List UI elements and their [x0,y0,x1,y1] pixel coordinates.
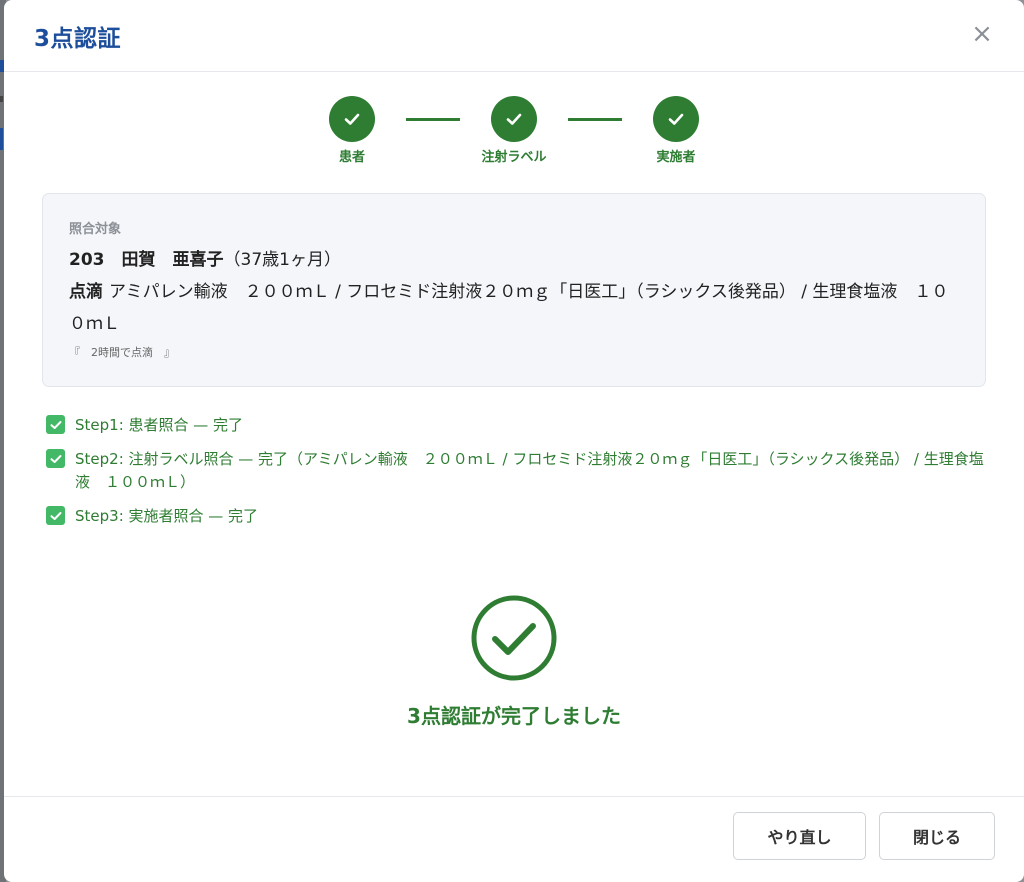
modal-title: 3点認証 [34,26,122,52]
completion-message: 3点認証が完了しました [407,704,621,728]
background-fragment [0,128,3,150]
verification-checklist: Step1: 患者照合 — 完了 Step2: 注射ラベル照合 — 完了（アミパ… [46,414,986,539]
step-practitioner: 実施者 [631,96,721,165]
step-patient: 患者 [307,96,397,165]
stepper: 患者 注射ラベル 実施者 [4,96,1024,176]
modal-footer: やり直し 閉じる [4,796,1024,882]
checkbox-checked-icon [46,506,65,525]
step-label: 患者 [338,150,365,165]
drip-label: 点滴 [69,282,103,302]
verification-target-panel: 照合対象 203 田賀 亜喜子（37歳1ヶ月） 点滴 アミパレン輸液 ２００ｍＬ … [42,193,986,387]
close-button[interactable]: 閉じる [879,812,995,860]
drip-info: 点滴 アミパレン輸液 ２００ｍＬ / フロセミド注射液２０ｍｇ「日医工」（ラシック… [69,276,959,340]
checklist-item: Step1: 患者照合 — 完了 [46,414,986,437]
target-heading: 照合対象 [69,222,122,237]
checklist-text: Step1: 患者照合 — 完了 [75,416,244,434]
checkbox-checked-icon [46,415,65,434]
patient-age: （37歳1ヶ月） [223,250,341,270]
step-connector [406,118,460,121]
checklist-item: Step3: 実施者照合 — 完了 [46,505,986,528]
modal-header: 3点認証 × [4,0,1024,72]
checklist-item: Step2: 注射ラベル照合 — 完了（アミパレン輸液 ２００ｍＬ / フロセミ… [46,448,986,494]
drip-text: アミパレン輸液 ２００ｍＬ / フロセミド注射液２０ｍｇ「日医工」（ラシックス後… [69,282,949,334]
checklist-text: Step3: 実施者照合 — 完了 [75,507,259,525]
step-label: 実施者 [656,150,696,165]
step-injection-label: 注射ラベル [469,96,559,165]
step-label: 注射ラベル [481,150,547,165]
redo-button[interactable]: やり直し [733,812,866,860]
drip-note: 『 2時間で点滴 』 [69,346,175,359]
auth-modal: 3点認証 × 患者 注射ラベル 実施者 照合対象 203 田賀 亜喜子（37歳1 [4,0,1024,882]
close-icon[interactable]: × [968,20,996,48]
step-check-icon [653,96,699,142]
step-check-icon [329,96,375,142]
step-connector [568,118,622,121]
checkbox-checked-icon [46,449,65,468]
patient-info: 203 田賀 亜喜子（37歳1ヶ月） [69,245,959,270]
check-circle-icon [470,594,558,682]
checklist-text: Step2: 注射ラベル照合 — 完了（アミパレン輸液 ２００ｍＬ / フロセミ… [75,450,984,491]
background-fragment [0,96,3,102]
patient-name: 203 田賀 亜喜子 [69,250,224,270]
step-check-icon [491,96,537,142]
